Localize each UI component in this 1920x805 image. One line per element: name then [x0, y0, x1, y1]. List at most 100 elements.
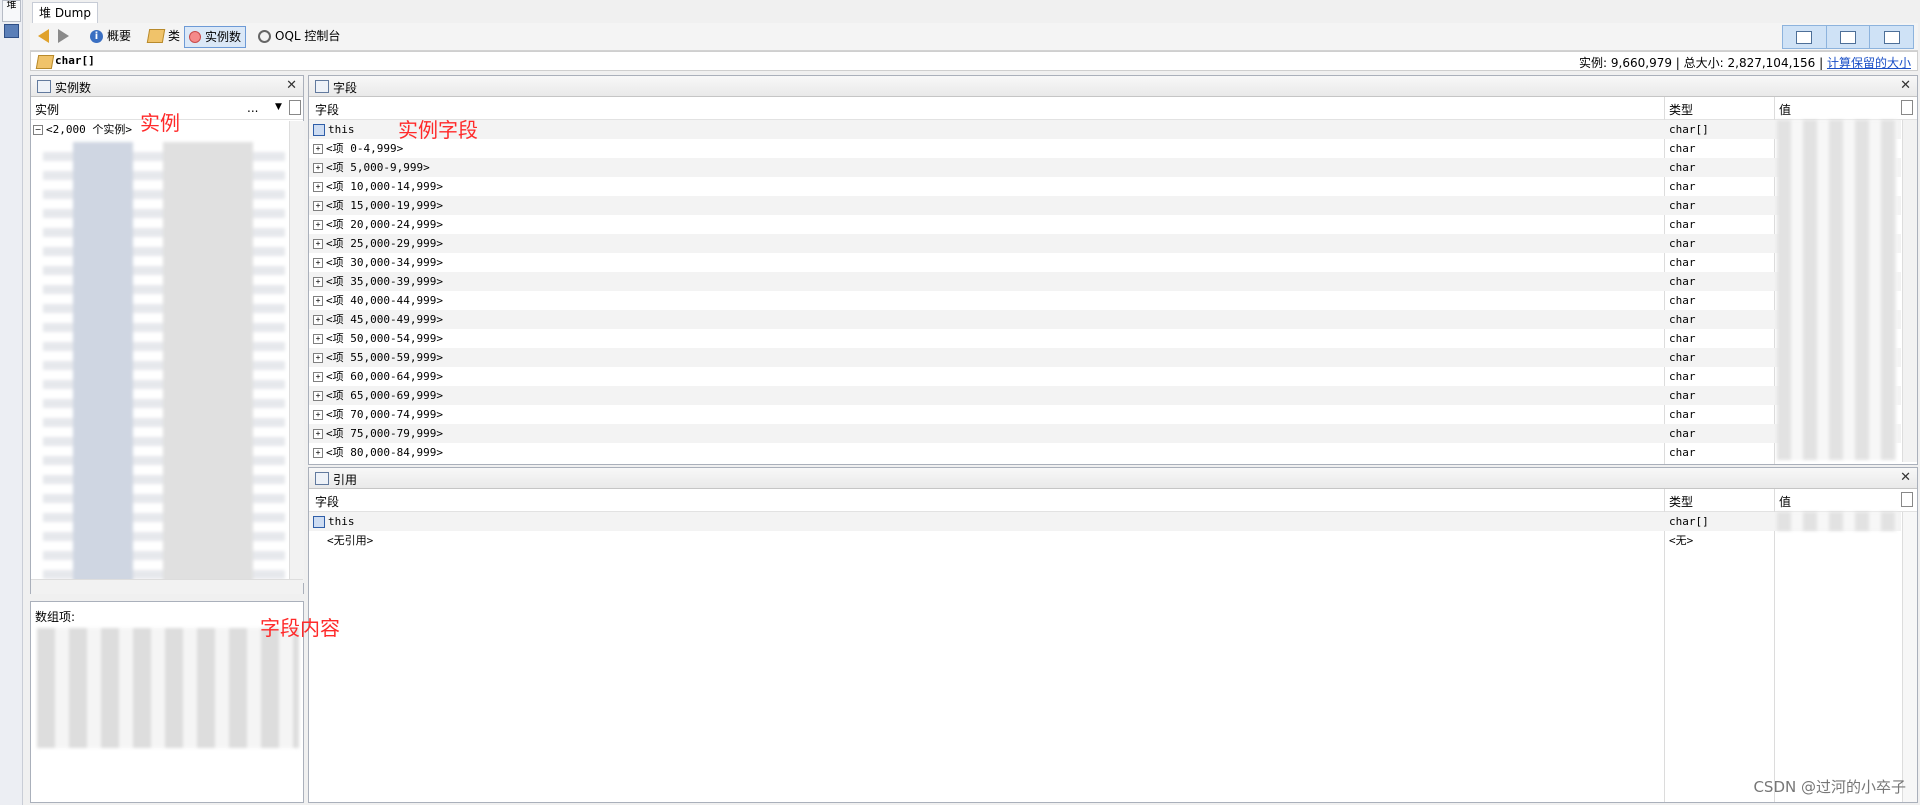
table-row[interactable]: + <项 15,000-19,999> char [309, 196, 1901, 215]
type-cell: char [1669, 446, 1696, 459]
expand-icon[interactable]: + [313, 372, 323, 382]
expand-icon[interactable]: + [313, 296, 323, 306]
table-row[interactable]: this char[] [309, 120, 1901, 139]
table-row[interactable]: + <项 55,000-59,999> char [309, 348, 1901, 367]
instances-button[interactable]: 实例数 [184, 26, 247, 48]
class-info-bar: char[] 实例: 9,660,979 | 总大小: 2,827,104,15… [30, 51, 1918, 71]
value-column[interactable]: 值 [1779, 101, 1791, 118]
column-dropdown-icon[interactable]: ▼ [275, 102, 282, 112]
instances-vscrollbar[interactable] [289, 121, 304, 583]
instance-column[interactable]: 实例 [35, 101, 59, 118]
ref-value-column[interactable]: 值 [1779, 493, 1791, 510]
expand-icon[interactable]: + [313, 410, 323, 420]
references-panel-header: 引用 ✕ [309, 468, 1917, 489]
window-tab[interactable]: 堆 Dump [32, 2, 98, 23]
field-column[interactable]: 字段 [315, 101, 339, 118]
fields-column-header: 字段 类型 值 [309, 97, 1917, 120]
table-row[interactable]: + <项 70,000-74,999> char [309, 405, 1901, 424]
table-row[interactable]: + <项 10,000-14,999> char [309, 177, 1901, 196]
side-tab-heap[interactable]: 堆 [2, 0, 21, 22]
table-row[interactable]: + <项 50,000-54,999> char [309, 329, 1901, 348]
class-icon [146, 29, 166, 43]
table-row[interactable]: + <项 60,000-64,999> char [309, 367, 1901, 386]
field-cell: <项 20,000-24,999> [326, 218, 443, 231]
table-row[interactable]: + <项 80,000-84,999> char [309, 443, 1901, 462]
expand-icon[interactable]: + [313, 258, 323, 268]
field-cell-wrap: + <项 70,000-74,999> [313, 405, 443, 424]
expand-icon[interactable]: + [313, 353, 323, 363]
table-row[interactable]: + <项 35,000-39,999> char [309, 272, 1901, 291]
column-selector-icon[interactable] [1901, 492, 1913, 507]
column-selector-icon[interactable] [289, 100, 301, 115]
view-mode-2-button[interactable] [1827, 26, 1871, 48]
expand-icon[interactable]: + [313, 239, 323, 249]
instances-tree-root[interactable]: − <2,000 个实例> [33, 121, 132, 137]
more-column[interactable]: ... [247, 101, 258, 115]
instances-hscrollbar[interactable] [31, 579, 303, 594]
table-row[interactable]: + <项 5,000-9,999> char [309, 158, 1901, 177]
instances-list[interactable] [43, 142, 285, 584]
expand-icon[interactable]: + [313, 163, 323, 173]
view-mode-1-button[interactable] [1783, 26, 1827, 48]
type-cell: char [1669, 294, 1696, 307]
back-button[interactable] [34, 26, 53, 46]
oql-console-button[interactable]: OQL 控制台 [254, 26, 344, 46]
side-window-icon[interactable] [4, 24, 19, 38]
table-row[interactable]: + <项 75,000-79,999> char [309, 424, 1901, 443]
instances-panel-close-icon[interactable]: ✕ [286, 78, 297, 93]
expand-icon[interactable]: + [313, 448, 323, 458]
summary-button[interactable]: i 概要 [86, 26, 135, 46]
table-row[interactable]: + <项 0-4,999> char [309, 139, 1901, 158]
ref-field-column[interactable]: 字段 [315, 493, 339, 510]
summary-label: 概要 [107, 29, 132, 43]
field-cell: <项 70,000-74,999> [326, 408, 443, 421]
ref-field-cell: <无引用> [327, 534, 374, 547]
type-cell: char [1669, 351, 1696, 364]
type-column[interactable]: 类型 [1669, 101, 1693, 118]
references-vscrollbar[interactable] [1902, 512, 1917, 802]
field-cell-wrap: + <项 80,000-84,999> [313, 443, 443, 462]
expand-icon[interactable]: + [313, 391, 323, 401]
expand-icon[interactable]: + [313, 277, 323, 287]
type-cell: char [1669, 180, 1696, 193]
expand-icon[interactable]: + [313, 315, 323, 325]
field-cell: <项 15,000-19,999> [326, 199, 443, 212]
fields-panel-close-icon[interactable]: ✕ [1900, 78, 1911, 93]
watermark: CSDN @过河的小卒子 [1753, 778, 1906, 796]
table-row[interactable]: <无引用> <无> [309, 531, 1901, 550]
column-selector-icon[interactable] [1901, 100, 1913, 115]
expand-icon[interactable]: + [313, 144, 323, 154]
ref-type-column[interactable]: 类型 [1669, 493, 1693, 510]
references-values-redacted [1777, 512, 1897, 531]
table-row[interactable]: + <项 30,000-34,999> char [309, 253, 1901, 272]
oql-label: OQL 控制台 [275, 29, 341, 43]
fields-panel: 字段 ✕ 字段 类型 值 this char[] + <项 0-4,999> char +… [308, 75, 1918, 465]
forward-button[interactable] [54, 26, 73, 46]
table-row[interactable]: + <项 20,000-24,999> char [309, 215, 1901, 234]
field-cell: <项 10,000-14,999> [326, 180, 443, 193]
expand-icon[interactable]: + [313, 182, 323, 192]
table-row[interactable]: + <项 65,000-69,999> char [309, 386, 1901, 405]
references-panel: 引用 ✕ 字段 类型 值 this char[] <无引用> <无> [308, 467, 1918, 803]
field-cell: <项 75,000-79,999> [326, 427, 443, 440]
expand-icon[interactable]: + [313, 334, 323, 344]
retained-size-link[interactable]: 计算保留的大小 [1827, 56, 1911, 70]
classes-button[interactable]: 类 [144, 26, 184, 46]
table-row[interactable]: + <项 25,000-29,999> char [309, 234, 1901, 253]
table-row[interactable]: + <项 45,000-49,999> char [309, 310, 1901, 329]
field-cell-wrap: this [313, 120, 355, 139]
references-panel-close-icon[interactable]: ✕ [1900, 470, 1911, 485]
expand-icon[interactable]: + [313, 220, 323, 230]
array-items-content[interactable] [37, 628, 299, 748]
oql-icon [258, 29, 271, 43]
expand-icon[interactable]: + [313, 429, 323, 439]
expand-icon[interactable]: + [313, 201, 323, 211]
tree-collapse-icon[interactable]: − [33, 124, 43, 135]
table-row[interactable]: + <项 40,000-44,999> char [309, 291, 1901, 310]
view-mode-3-button[interactable] [1870, 26, 1913, 48]
table-row[interactable]: this char[] [309, 512, 1901, 531]
references-panel-title: 引用 [333, 473, 358, 487]
field-cell-wrap: + <项 50,000-54,999> [313, 329, 443, 348]
fields-vscrollbar[interactable] [1902, 120, 1917, 462]
fields-table: this char[] + <项 0-4,999> char + <项 5,000-9,99… [309, 120, 1901, 462]
